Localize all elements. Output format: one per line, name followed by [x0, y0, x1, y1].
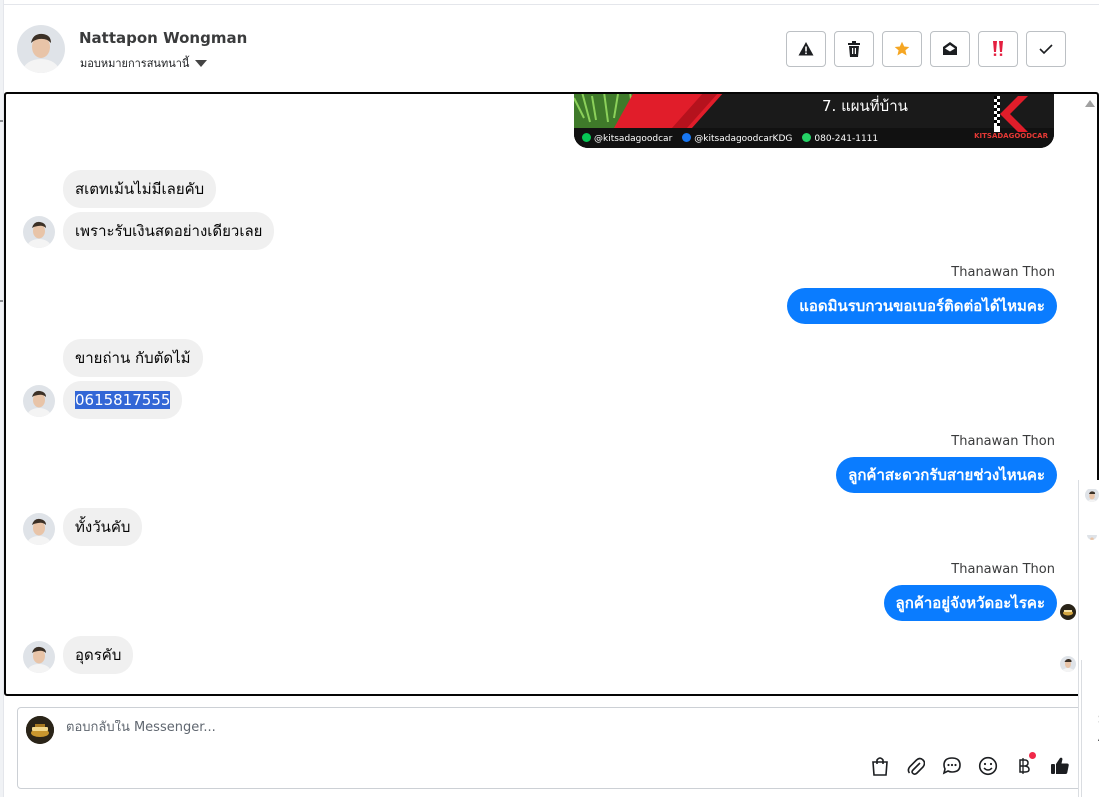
saved-reply-icon[interactable]: [940, 754, 964, 778]
paperclip-icon[interactable]: [904, 754, 928, 778]
whatsapp-contact: 080-241-1111: [802, 133, 878, 144]
incoming-message[interactable]: อุดรคับ: [63, 636, 134, 674]
sender-name: Thanawan Thon: [951, 265, 1055, 280]
envelope-open-icon: [943, 42, 957, 55]
sender-avatar[interactable]: [23, 216, 55, 248]
side-card: S A: [1081, 660, 1099, 797]
follow-up-button[interactable]: [978, 31, 1018, 67]
sender-avatar[interactable]: [23, 641, 55, 673]
outgoing-message[interactable]: ลูกค้าอยู่จังหวัดอะไรคะ: [883, 585, 1057, 621]
shared-image-banner[interactable]: 7. แผนที่บ้าน KITSADAGOODCAR @kitsadagoo…: [574, 94, 1054, 148]
spam-button[interactable]: [786, 31, 826, 67]
banner-contacts: @kitsadagoodcar @kitsadagoodcarKDG 080-2…: [582, 133, 878, 144]
brand-name: KITSADAGOODCAR: [974, 132, 1048, 140]
banner-title: 7. แผนที่บ้าน: [822, 97, 908, 115]
trash-icon: [848, 41, 860, 57]
mark-unread-button[interactable]: [930, 31, 970, 67]
page-read-receipt-avatar: [1060, 604, 1076, 620]
delete-button[interactable]: [834, 31, 874, 67]
side-chat-panel: S A: [1078, 480, 1099, 797]
side-avatar[interactable]: [1085, 488, 1099, 502]
notification-dot: [1029, 752, 1036, 759]
caret-down-icon: [195, 59, 208, 67]
side-avatar[interactable]: [1087, 530, 1097, 540]
reply-composer: [17, 707, 1087, 789]
messenger-inbox: Nattapon Wongman มอบหมายการสนทนานี้ 7. แ…: [0, 0, 1099, 797]
thumbs-up-icon[interactable]: [1048, 754, 1072, 778]
incoming-message[interactable]: สเตทเม้นไม่มีเลยคับ: [63, 170, 217, 208]
exclamation-icon: [993, 41, 1003, 56]
incoming-message[interactable]: 0615817555: [63, 381, 183, 419]
incoming-message[interactable]: เพราะรับเงินสดอย่างเดียวเลย: [63, 212, 275, 250]
contact-name[interactable]: Nattapon Wongman: [79, 29, 247, 47]
conversation-header: Nattapon Wongman มอบหมายการสนทนานี้: [4, 4, 1099, 90]
emoji-icon[interactable]: [976, 754, 1000, 778]
baht-payment-icon[interactable]: [1012, 752, 1036, 778]
facebook-handle: @kitsadagoodcarKDG: [694, 134, 793, 144]
scroll-up-arrow-icon[interactable]: [1085, 100, 1095, 107]
line-contact: @kitsadagoodcar: [582, 133, 672, 144]
banner-phone: 080-241-1111: [814, 134, 879, 144]
contact-avatar[interactable]: [17, 25, 65, 73]
assign-label: มอบหมายการสนทนานี้: [80, 57, 190, 70]
assign-conversation-dropdown[interactable]: มอบหมายการสนทนานี้: [80, 54, 208, 72]
warning-icon: [798, 42, 814, 56]
line-handle: @kitsadagoodcar: [594, 134, 673, 144]
incoming-message[interactable]: ทั้งวันคับ: [63, 508, 143, 546]
message-thread[interactable]: 7. แผนที่บ้าน KITSADAGOODCAR @kitsadagoo…: [4, 92, 1099, 696]
page-avatar: [26, 716, 54, 744]
composer-tools: [868, 752, 1072, 778]
sender-name: Thanawan Thon: [951, 434, 1055, 449]
star-button[interactable]: [882, 31, 922, 67]
selected-phone-number[interactable]: 0615817555: [75, 391, 171, 409]
outgoing-message[interactable]: ลูกค้าสะดวกรับสายช่วงไหนคะ: [836, 457, 1057, 493]
shopping-bag-icon[interactable]: [868, 754, 892, 778]
incoming-message[interactable]: ขายถ่าน กับตัดไม้: [63, 339, 203, 377]
sender-name: Thanawan Thon: [951, 562, 1055, 577]
sender-avatar[interactable]: [23, 385, 55, 417]
star-icon: [894, 41, 910, 56]
check-icon: [1039, 44, 1053, 55]
done-button[interactable]: [1026, 31, 1066, 67]
contact-read-receipt-avatar: [1060, 656, 1076, 672]
facebook-contact: @kitsadagoodcarKDG: [682, 133, 792, 144]
header-actions: [786, 31, 1066, 67]
sender-avatar[interactable]: [23, 513, 55, 545]
reply-input[interactable]: [66, 720, 666, 735]
outgoing-message[interactable]: แอดมินรบกวนขอเบอร์ติดต่อได้ไหมคะ: [787, 288, 1057, 324]
